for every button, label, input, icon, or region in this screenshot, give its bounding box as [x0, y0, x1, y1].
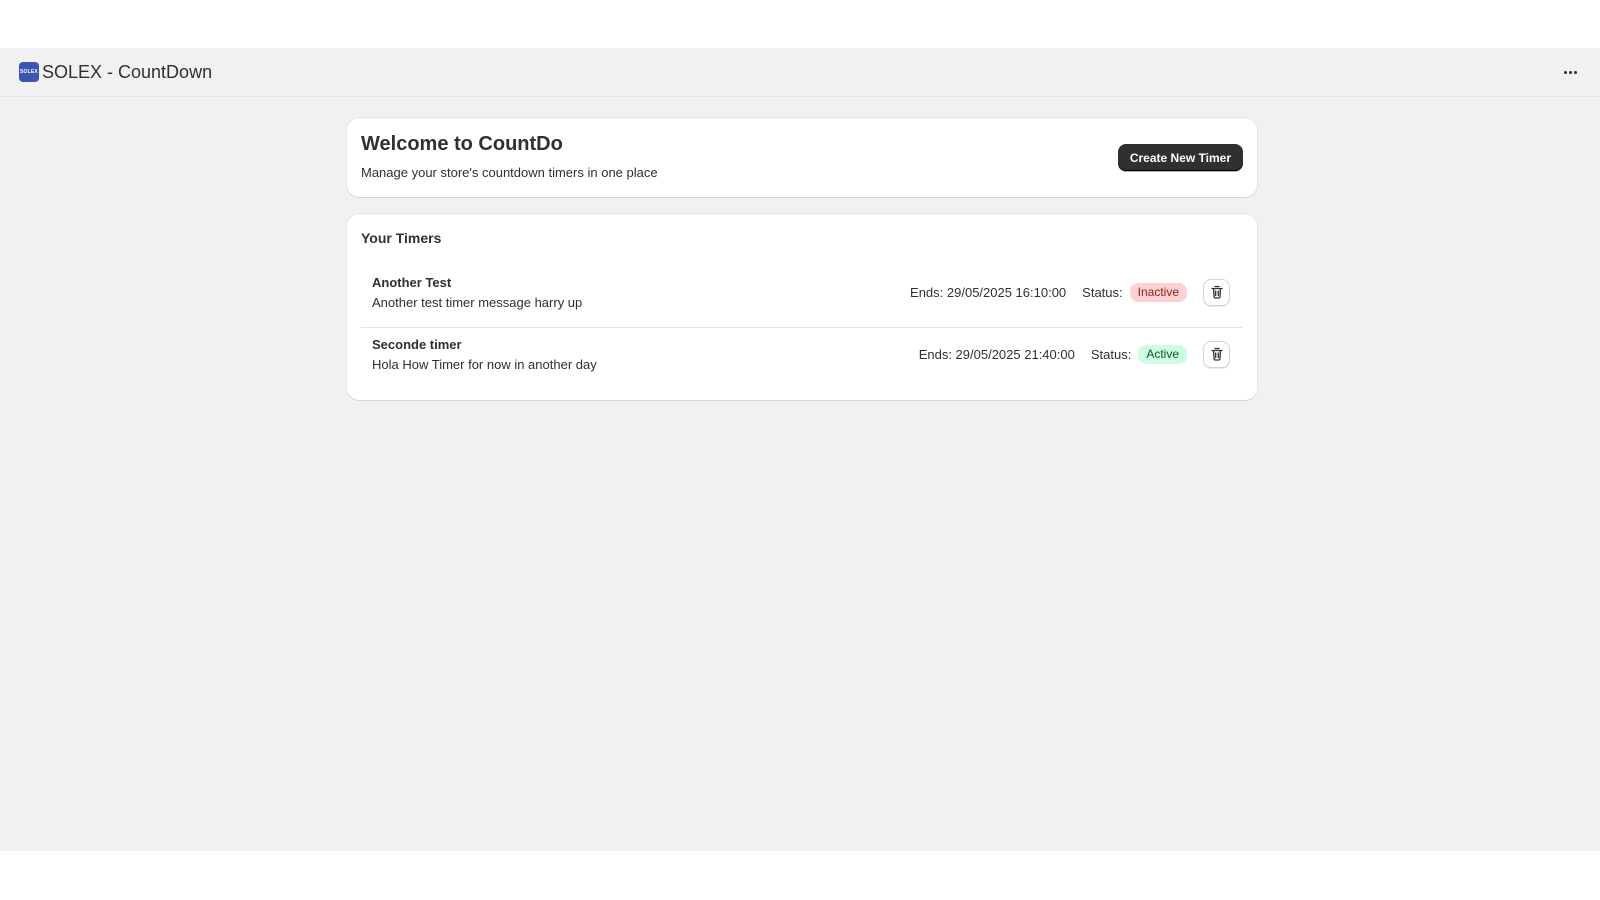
timer-ends: Ends: 29/05/2025 16:10:00: [910, 284, 1067, 300]
timer-meta: Ends: 29/05/2025 21:40:00 Status: Active: [919, 337, 1230, 371]
create-new-timer-button[interactable]: Create New Timer: [1117, 144, 1243, 171]
timer-name: Another Test: [372, 275, 452, 290]
welcome-card: Welcome to CountDo Manage your store's c…: [347, 118, 1257, 197]
app-title: SOLEX - CountDown: [42, 62, 213, 82]
welcome-subtitle: Manage your store's countdown timers in …: [361, 165, 658, 180]
status-label: Status:: [1082, 284, 1123, 300]
more-dot: [1573, 70, 1577, 74]
timer-meta: Ends: 29/05/2025 16:10:00 Status: Inacti…: [910, 275, 1230, 309]
status-badge: Active: [1138, 344, 1187, 364]
timer-name: Seconde timer: [372, 337, 462, 352]
timer-row: Seconde timer Hola How Timer for now in …: [361, 333, 1242, 389]
timer-ends: Ends: 29/05/2025 21:40:00: [918, 346, 1075, 362]
timer-message: Another test timer message harry up: [372, 295, 583, 310]
timers-heading: Your Timers: [361, 230, 442, 246]
timer-message: Hola How Timer for now in another day: [372, 357, 597, 372]
delete-timer-button[interactable]: [1203, 340, 1230, 368]
logo-text: SOLEX: [20, 69, 38, 75]
more-actions-button[interactable]: [1558, 60, 1582, 84]
app-header: SOLEX SOLEX - CountDown: [0, 48, 1600, 97]
more-dot: [1568, 70, 1572, 74]
app-logo-icon: SOLEX: [19, 62, 39, 82]
delete-timer-button[interactable]: [1203, 278, 1230, 306]
timer-row: Another Test Another test timer message …: [361, 271, 1242, 328]
status-label: Status:: [1090, 346, 1132, 362]
trash-icon: [1210, 347, 1223, 361]
trash-icon: [1210, 285, 1223, 299]
app-frame: SOLEX SOLEX - CountDown Welcome to Count…: [0, 48, 1600, 851]
status-badge: Inactive: [1129, 282, 1187, 302]
more-horizontal-icon: [1563, 70, 1567, 74]
timers-card: Your Timers Another Test Another test ti…: [347, 214, 1257, 400]
welcome-title: Welcome to CountDo: [361, 133, 563, 155]
